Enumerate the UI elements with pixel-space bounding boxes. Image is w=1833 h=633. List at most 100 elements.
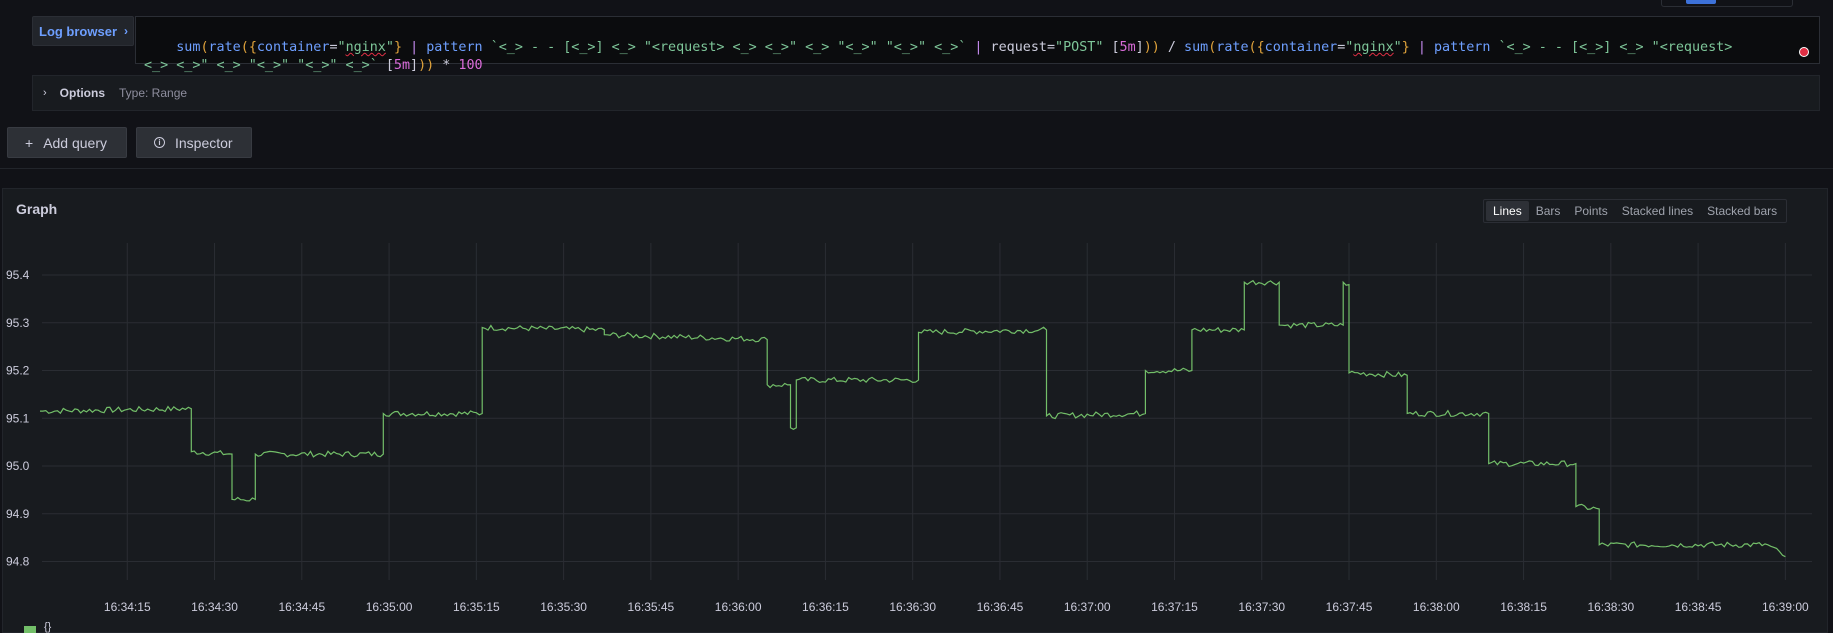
legend-label[interactable]: {} [44,621,51,633]
x-tick-label: 16:38:45 [1675,600,1722,614]
query-token: " [1393,40,1402,55]
info-circle-icon: i [154,137,165,148]
log-browser-label: Log browser [39,23,118,39]
x-tick-label: 16:38:15 [1500,600,1547,614]
y-tick-label: 95.4 [6,268,30,282]
graph-style-toggle: Lines Bars Points Stacked lines Stacked bars [1483,199,1788,223]
query-token: nginx [1353,40,1394,55]
run-query-button-edge[interactable] [1686,0,1716,4]
query-token: "POST" [1055,40,1104,55]
query-token: 5m [393,58,411,73]
query-token: " [337,40,346,55]
x-tick-label: 16:37:00 [1064,600,1111,614]
view-option-lines[interactable]: Lines [1486,201,1529,221]
query-token: container [1264,40,1338,55]
x-tick-label: 16:35:45 [628,600,675,614]
query-token: <_> <_>" <_> "<_>" "<_>" <_>` [144,58,378,73]
query-token [418,40,426,55]
y-tick-label: 94.8 [6,555,30,569]
query-token: { [1256,40,1265,55]
query-token: | [1417,40,1426,55]
x-tick-label: 16:35:00 [366,600,413,614]
query-token: ] [1135,40,1144,55]
query-token: request= [982,40,1056,55]
x-tick-label: 16:35:15 [453,600,500,614]
view-option-stacked-bars[interactable]: Stacked bars [1700,201,1784,221]
query-token: nginx [345,40,386,55]
query-token: " [385,40,394,55]
x-tick-label: 16:39:00 [1762,600,1809,614]
view-option-stacked-lines[interactable]: Stacked lines [1615,201,1700,221]
x-tick-label: 16:38:00 [1413,600,1460,614]
add-query-button[interactable]: + Add query [7,127,127,158]
query-token: container [256,40,330,55]
view-option-bars[interactable]: Bars [1529,201,1568,221]
x-tick-label: 16:36:00 [715,600,762,614]
query-token: / [1159,40,1185,55]
options-type-text: Type: Range [119,86,188,100]
y-tick-label: 95.1 [6,411,30,425]
y-tick-label: 95.2 [6,364,30,378]
query-token [378,58,386,73]
x-tick-label: 16:35:30 [540,600,587,614]
query-options-row[interactable]: › Options Type: Range [32,75,1820,111]
inspector-label: Inspector [175,134,233,151]
query-token: * [434,58,459,73]
query-token: pattern [1433,40,1491,55]
query-token: ] [410,58,419,73]
query-token [1426,40,1434,55]
query-token: )) [418,58,435,73]
query-token: = [329,40,338,55]
query-token: sum [1184,40,1209,55]
top-toolbar-edge [0,0,1833,6]
x-tick-label: 16:36:30 [889,600,936,614]
query-token: `<_> - - [<_>] <_> "<request> <_> <_>" <… [490,40,967,55]
divider [0,168,1833,169]
x-tick-label: 16:34:15 [104,600,151,614]
query-token [483,40,491,55]
query-token [402,40,410,55]
x-tick-label: 16:37:45 [1326,600,1373,614]
inspector-button[interactable]: i Inspector [136,127,252,158]
x-tick-label: 16:34:45 [278,600,325,614]
query-token: } [1401,40,1410,55]
x-tick-label: 16:36:45 [977,600,1024,614]
query-token: [ [385,58,394,73]
plus-icon: + [25,134,34,151]
x-tick-label: 16:38:30 [1587,600,1634,614]
chevron-right-icon: › [124,24,129,38]
line-chart: 95.4 95.3 95.2 95.1 95.0 94.9 94.8 16:34:15 16:3… [6,243,1812,614]
query-token: [ [1111,40,1120,55]
query-editor[interactable]: sum(rate({container="nginx"} | pattern `… [135,16,1820,73]
y-tick-label: 94.9 [6,507,30,521]
query-token: 5m [1119,40,1136,55]
chevron-right-icon[interactable]: › [43,87,47,99]
query-token: 100 [458,58,483,73]
query-token [1410,40,1418,55]
x-tick-label: 16:36:15 [802,600,849,614]
query-token: { [248,40,257,55]
panel-title: Graph [16,201,58,217]
query-token: ( [1248,40,1257,55]
y-tick-label: 95.0 [6,459,30,473]
query-token: sum [176,40,201,55]
time-range-controls-edge [1661,0,1793,7]
query-token: ( [200,40,209,55]
query-token: `<_> - - [<_>] <_> "<request> [1498,40,1733,55]
y-tick-label: 95.3 [6,316,30,330]
query-token: )) [1143,40,1160,55]
query-token: ( [240,40,249,55]
query-token: | [410,40,419,55]
x-tick-label: 16:37:15 [1151,600,1198,614]
options-label: Options [59,86,105,100]
query-token: rate [208,40,241,55]
view-option-points[interactable]: Points [1567,201,1614,221]
x-tick-label: 16:37:30 [1238,600,1285,614]
error-indicator-icon [1799,47,1809,57]
query-row: Log browser › sum(rate({container="nginx… [32,16,1820,73]
log-browser-button[interactable]: Log browser › [32,16,134,46]
query-token: rate [1216,40,1249,55]
query-token: pattern [426,40,483,55]
query-token: } [393,40,402,55]
legend-color-swatch[interactable] [24,626,36,633]
